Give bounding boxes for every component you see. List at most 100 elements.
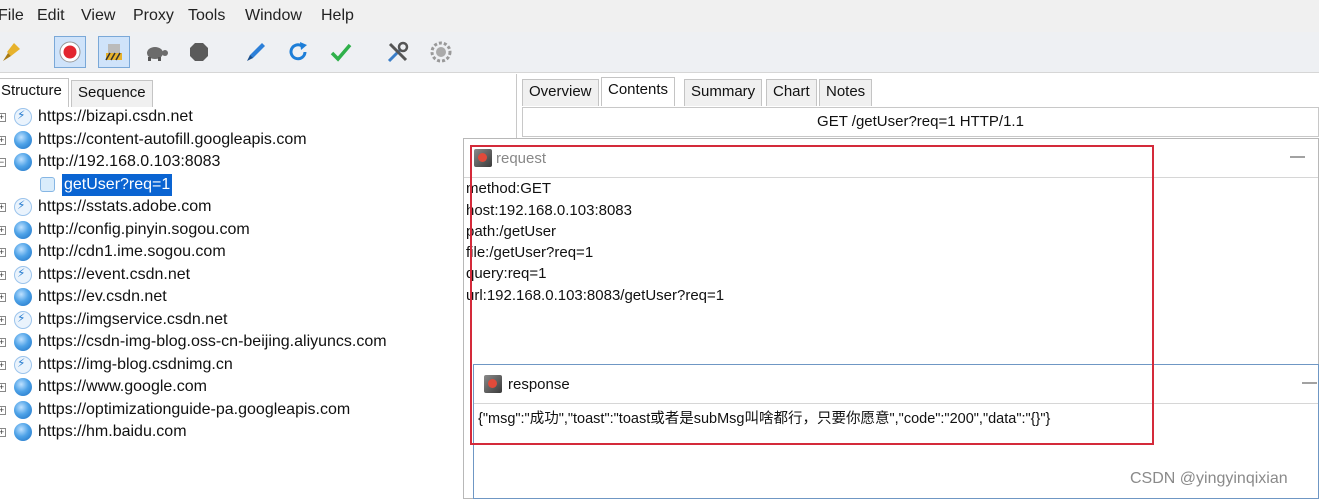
menu-tools[interactable]: Tools [188, 7, 225, 25]
request-window-titlebar[interactable]: request — [464, 139, 1318, 178]
menu-edit[interactable]: Edit [37, 7, 65, 25]
watermark: CSDN @yingyinqixian [1130, 470, 1288, 487]
expand-icon[interactable]: + [0, 247, 6, 257]
tools-button[interactable] [382, 36, 414, 68]
java-app-icon [484, 375, 502, 393]
tree-node[interactable]: + https://content-autofill.googleapis.co… [0, 129, 516, 151]
tree-node[interactable]: + https://imgservice.csdn.net [0, 309, 516, 331]
tree-node[interactable]: + https://hm.baidu.com [0, 421, 516, 443]
expand-icon[interactable]: + [0, 225, 6, 235]
tree-node[interactable]: + https://img-blog.csdnimg.cn [0, 354, 516, 376]
expand-icon[interactable]: + [0, 112, 6, 122]
breakpoints-button[interactable] [140, 36, 172, 68]
menu-file[interactable]: File [0, 7, 24, 25]
bolt-icon [14, 198, 32, 216]
request-field: method:GET [466, 180, 552, 197]
expand-icon[interactable]: + [0, 270, 6, 280]
tree-node[interactable]: − http://192.168.0.103:8083 [0, 151, 516, 173]
settings-icon [430, 41, 452, 63]
response-window-titlebar[interactable]: response — [474, 365, 1318, 404]
tree-node[interactable]: + https://event.csdn.net [0, 264, 516, 286]
menu-proxy[interactable]: Proxy [133, 7, 174, 25]
globe-icon [14, 333, 32, 351]
tree-node[interactable]: + https://bizapi.csdn.net [0, 106, 516, 128]
tree-node-label: https://event.csdn.net [38, 266, 191, 283]
edit-button[interactable] [240, 36, 272, 68]
tab-chart[interactable]: Chart [766, 79, 817, 106]
tree-node[interactable]: + https://ev.csdn.net [0, 286, 516, 308]
expand-icon[interactable]: + [0, 135, 6, 145]
request-field: url:192.168.0.103:8083/getUser?req=1 [466, 287, 725, 304]
tree-node-label: https://ev.csdn.net [38, 288, 167, 305]
response-window-title: response [508, 376, 570, 393]
toolbar [0, 32, 1319, 73]
expand-icon[interactable]: + [0, 315, 6, 325]
turtle-icon [147, 47, 168, 61]
globe-icon [14, 153, 32, 171]
tree-node-label: http://192.168.0.103:8083 [38, 153, 221, 170]
throttle-button[interactable] [98, 36, 130, 68]
record-button[interactable] [54, 36, 86, 68]
tree-node-label: https://hm.baidu.com [38, 423, 187, 440]
record-icon [59, 41, 81, 63]
expand-icon[interactable]: + [0, 337, 6, 347]
settings-button[interactable] [425, 36, 457, 68]
expand-icon[interactable]: + [0, 360, 6, 370]
request-field: query:req=1 [466, 265, 547, 282]
tree-node-label: https://content-autofill.googleapis.com [38, 131, 307, 148]
refresh-button[interactable] [282, 36, 314, 68]
request-field: host:192.168.0.103:8083 [466, 202, 632, 219]
bolt-icon [14, 356, 32, 374]
tree-node-label: https://bizapi.csdn.net [38, 108, 193, 125]
tree-node-label: https://optimizationguide-pa.googleapis.… [38, 401, 351, 418]
tree-node-label: https://sstats.adobe.com [38, 198, 212, 215]
validate-icon [330, 43, 352, 62]
tab-structure[interactable]: Structure [0, 78, 69, 107]
tree-node[interactable]: + http://cdn1.ime.sogou.com [0, 241, 516, 263]
structure-panel: Structure Sequence + https://bizapi.csdn… [0, 74, 517, 499]
tab-sequence[interactable]: Sequence [71, 80, 153, 107]
expand-icon[interactable]: + [0, 202, 6, 212]
request-field: path:/getUser [466, 223, 557, 240]
validate-button[interactable] [325, 36, 357, 68]
bolt-icon [14, 266, 32, 284]
tab-notes[interactable]: Notes [819, 79, 873, 106]
tools-icon [387, 41, 409, 63]
menu-window[interactable]: Window [245, 7, 302, 25]
tab-summary[interactable]: Summary [684, 79, 763, 106]
tab-contents[interactable]: Contents [601, 77, 676, 106]
broom-button[interactable] [0, 36, 28, 68]
expand-icon[interactable]: + [0, 292, 6, 302]
bolt-icon [14, 108, 32, 126]
refresh-icon [289, 42, 307, 61]
tree-node[interactable]: + https://www.google.com [0, 376, 516, 398]
expand-icon[interactable]: + [0, 405, 6, 415]
menu-bar: File Edit View Proxy Tools Window Help [0, 0, 1319, 32]
tree-node-label: https://csdn-img-blog.oss-cn-beijing.ali… [38, 333, 387, 350]
tab-overview[interactable]: Overview [522, 79, 599, 106]
tree-node[interactable]: + http://config.pinyin.sogou.com [0, 219, 516, 241]
globe-icon [14, 423, 32, 441]
tree-node-request[interactable]: getUser?req=1 [0, 174, 516, 196]
tree-node-label: https://img-blog.csdnimg.cn [38, 356, 233, 373]
tree-node[interactable]: + https://csdn-img-blog.oss-cn-beijing.a… [0, 331, 516, 353]
menu-help[interactable]: Help [321, 7, 354, 25]
globe-icon [14, 378, 32, 396]
tree-node[interactable]: + https://sstats.adobe.com [0, 196, 516, 218]
stop-button[interactable] [183, 36, 215, 68]
expand-icon[interactable]: + [0, 382, 6, 392]
request-window-title: request [496, 150, 547, 167]
tree-node-label: getUser?req=1 [62, 174, 173, 196]
minimize-button[interactable]: — [1302, 374, 1317, 391]
tree-node-label: https://www.google.com [38, 378, 207, 395]
broom-icon [3, 43, 20, 61]
minimize-button[interactable]: — [1290, 148, 1305, 165]
globe-icon [14, 401, 32, 419]
globe-icon [14, 221, 32, 239]
stop-icon [190, 43, 208, 61]
menu-view[interactable]: View [81, 7, 115, 25]
expand-icon[interactable]: + [0, 427, 6, 437]
pen-icon [247, 43, 265, 61]
collapse-icon[interactable]: − [0, 157, 6, 167]
tree-node[interactable]: + https://optimizationguide-pa.googleapi… [0, 399, 516, 421]
